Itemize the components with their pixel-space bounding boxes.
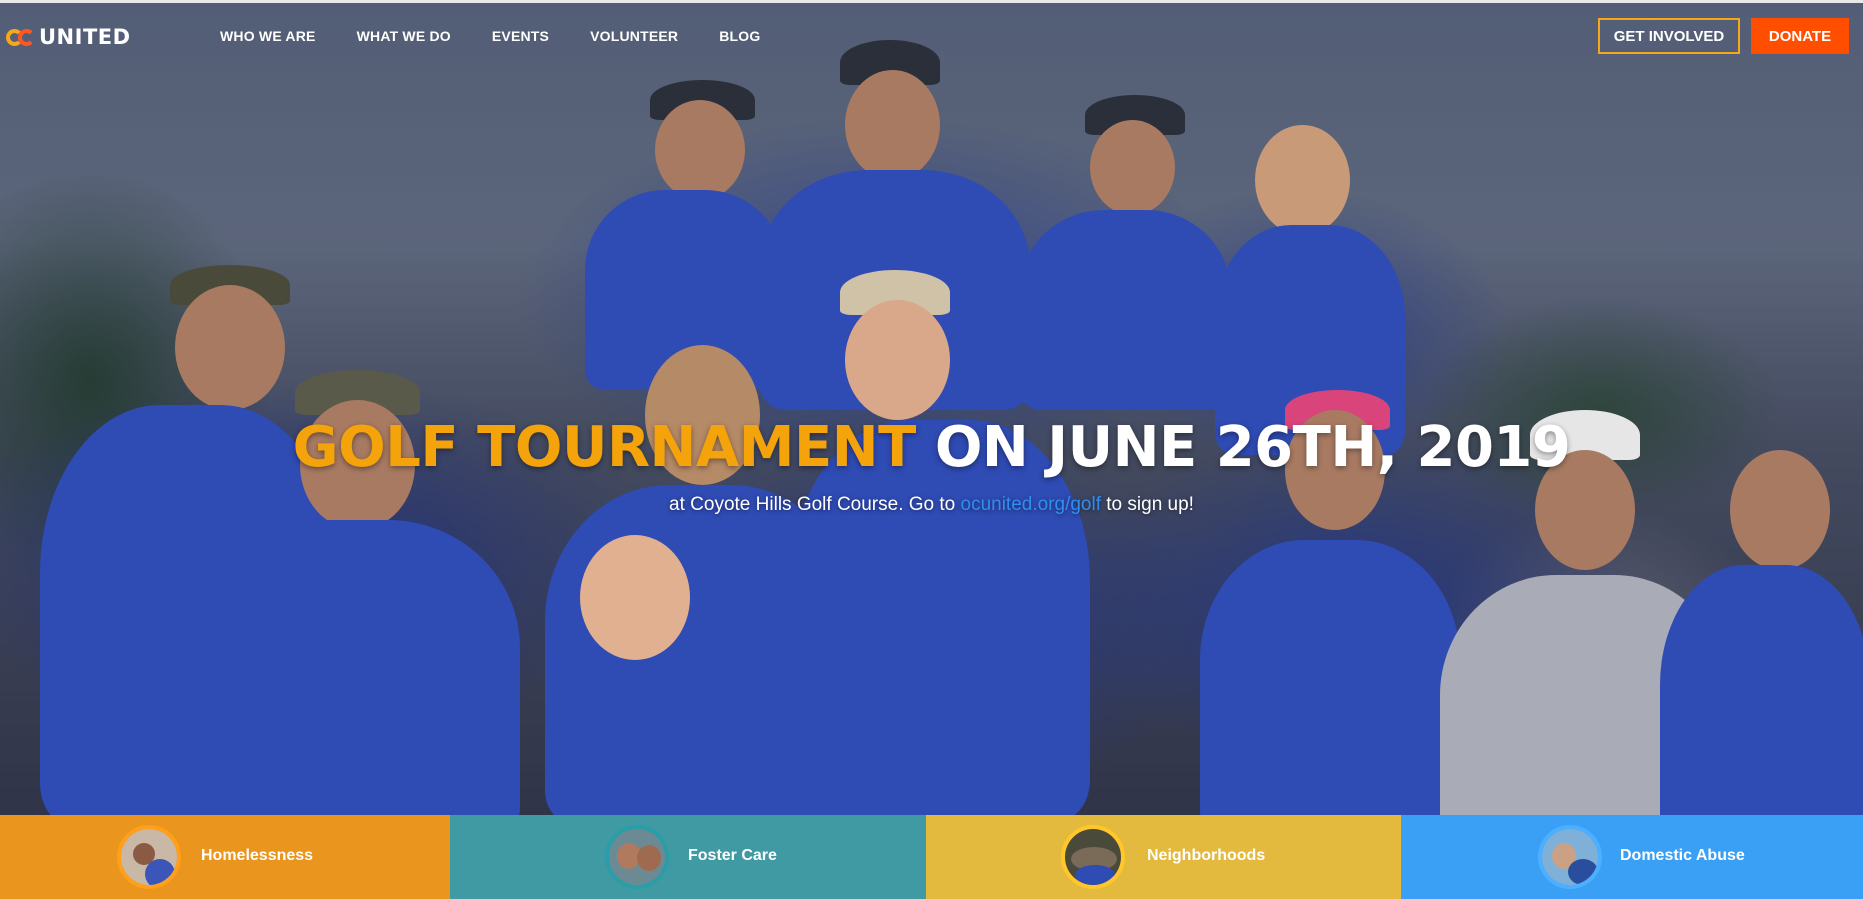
top-nav: UNITED WHO WE ARE WHAT WE DO EVENTS VOLU…	[0, 14, 1863, 58]
oc-logo-icon	[6, 26, 38, 48]
category-homelessness[interactable]: Homelessness	[0, 815, 450, 899]
subline-text-after: to sign up!	[1101, 494, 1194, 515]
page: UNITED WHO WE ARE WHAT WE DO EVENTS VOLU…	[0, 0, 1863, 899]
category-label: Neighborhoods	[1147, 847, 1266, 864]
nav-link-who-we-are[interactable]: WHO WE ARE	[220, 28, 316, 44]
subline-text-before: at Coyote Hills Golf Course. Go to	[669, 494, 961, 515]
category-foster-care[interactable]: Foster Care	[450, 815, 926, 899]
nav-link-what-we-do[interactable]: WHAT WE DO	[357, 28, 451, 44]
hero-headline: GOLF TOURNAMENT ON JUNE 26TH, 2019	[0, 415, 1863, 480]
category-label: Domestic Abuse	[1620, 847, 1745, 864]
domestic-abuse-avatar	[1538, 825, 1602, 889]
neighborhoods-avatar	[1061, 825, 1125, 889]
nav-link-blog[interactable]: BLOG	[719, 28, 760, 44]
hero-subline: at Coyote Hills Golf Course. Go to ocuni…	[0, 494, 1863, 516]
logo-text: UNITED	[39, 25, 131, 49]
homelessness-avatar	[117, 825, 181, 889]
donate-button[interactable]: DONATE	[1751, 18, 1849, 54]
site-logo[interactable]: UNITED	[6, 24, 131, 50]
category-label: Homelessness	[201, 847, 314, 864]
nav-menu: WHO WE ARE WHAT WE DO EVENTS VOLUNTEER B…	[220, 28, 801, 44]
headline-rest: ON JUNE 26TH, 2019	[934, 415, 1571, 480]
top-divider	[0, 0, 1863, 3]
headline-accent: GOLF TOURNAMENT	[292, 415, 917, 480]
category-label: Foster Care	[688, 847, 777, 864]
hero-photo	[0, 0, 1863, 815]
nav-link-volunteer[interactable]: VOLUNTEER	[590, 28, 678, 44]
category-domestic-abuse[interactable]: Domestic Abuse	[1401, 815, 1863, 899]
get-involved-button[interactable]: GET INVOLVED	[1598, 18, 1740, 54]
golf-signup-link[interactable]: ocunited.org/golf	[961, 494, 1102, 515]
category-neighborhoods[interactable]: Neighborhoods	[926, 815, 1401, 899]
foster-care-avatar	[605, 825, 669, 889]
cause-categories: Homelessness Foster Care Neighborhoods D…	[0, 815, 1863, 899]
nav-link-events[interactable]: EVENTS	[492, 28, 549, 44]
